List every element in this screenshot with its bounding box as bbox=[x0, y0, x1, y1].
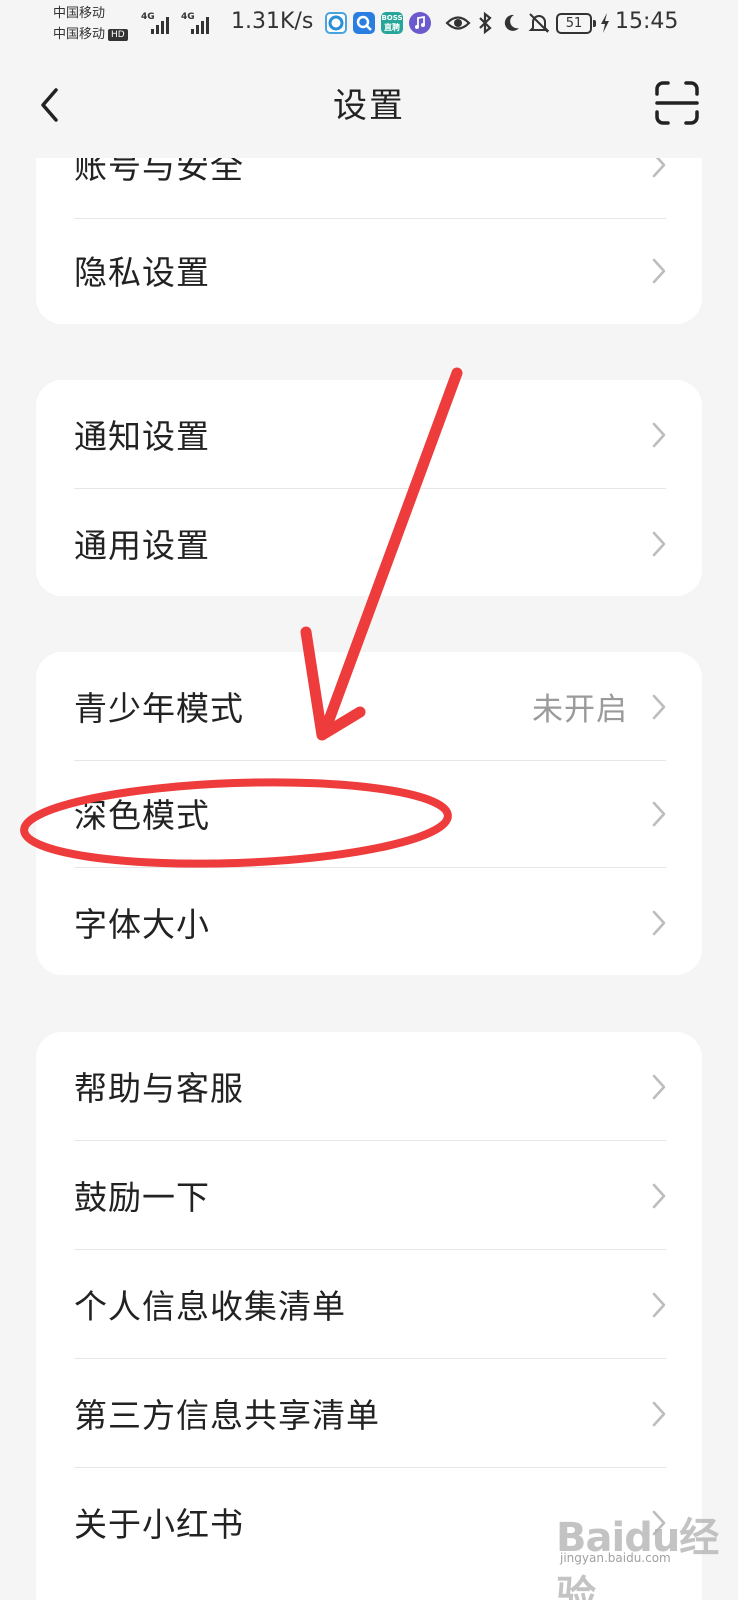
chevron-right-icon bbox=[652, 1292, 666, 1318]
carrier-1: 中国移动 bbox=[53, 6, 106, 21]
row-rate-app[interactable]: 鼓励一下 bbox=[36, 1141, 702, 1250]
row-general-settings[interactable]: 通用设置 bbox=[36, 489, 702, 596]
baidu-watermark: Baidu经验 jingyan.baidu.com bbox=[556, 1505, 726, 1600]
settings-screen: 中国移动 中国移动 HD 4G 4G 1.31K/s BOSS 直聘 51 15… bbox=[0, 0, 738, 1600]
clock: 15:45 bbox=[615, 9, 679, 34]
chevron-right-icon bbox=[652, 422, 666, 448]
navigation-bar: 设置 bbox=[0, 48, 738, 158]
signal-icon-1: 4G bbox=[141, 12, 175, 34]
chevron-right-icon bbox=[652, 694, 666, 720]
chevron-right-icon bbox=[652, 1074, 666, 1100]
row-label: 帮助与客服 bbox=[74, 1069, 244, 1108]
row-label: 第三方信息共享清单 bbox=[74, 1396, 380, 1435]
chevron-right-icon bbox=[652, 801, 666, 827]
row-personal-info-list[interactable]: 个人信息收集清单 bbox=[36, 1250, 702, 1359]
hd-badge: HD bbox=[108, 29, 128, 41]
search-app-icon bbox=[353, 12, 375, 34]
eye-icon bbox=[445, 16, 471, 30]
row-label: 关于小红书 bbox=[74, 1505, 244, 1544]
row-dark-mode[interactable]: 深色模式 bbox=[36, 759, 702, 868]
row-label: 隐私设置 bbox=[74, 253, 210, 292]
row-third-party-sharing-list[interactable]: 第三方信息共享清单 bbox=[36, 1359, 702, 1468]
row-help-support[interactable]: 帮助与客服 bbox=[36, 1032, 702, 1141]
browser-app-icon bbox=[325, 12, 347, 34]
scan-icon bbox=[655, 81, 699, 125]
music-app-icon bbox=[409, 12, 431, 34]
row-label: 个人信息收集清单 bbox=[74, 1287, 346, 1326]
network-speed: 1.31K/s bbox=[231, 9, 314, 34]
bluetooth-icon bbox=[479, 11, 492, 35]
row-label: 青少年模式 bbox=[74, 689, 244, 728]
moon-icon bbox=[504, 14, 519, 31]
boss-app-label-2: 直聘 bbox=[384, 23, 400, 32]
battery-indicator: 51 bbox=[556, 13, 596, 34]
music-note-icon bbox=[415, 15, 425, 29]
chevron-right-icon bbox=[652, 1401, 666, 1427]
boss-app-label-1: BOSS bbox=[381, 14, 403, 22]
chevron-right-icon bbox=[652, 1183, 666, 1209]
row-label: 鼓励一下 bbox=[74, 1178, 210, 1217]
row-teen-mode[interactable]: 青少年模式 未开启 bbox=[36, 652, 702, 761]
row-font-size[interactable]: 字体大小 bbox=[36, 868, 702, 975]
row-label: 字体大小 bbox=[74, 905, 210, 944]
charging-icon bbox=[601, 13, 609, 33]
chevron-right-icon bbox=[652, 258, 666, 284]
page-title: 设置 bbox=[333, 86, 405, 126]
chevron-right-icon bbox=[652, 910, 666, 936]
browser-logo-icon bbox=[328, 15, 344, 31]
row-notification-settings[interactable]: 通知设置 bbox=[36, 380, 702, 489]
status-bar: 中国移动 中国移动 HD 4G 4G 1.31K/s BOSS 直聘 51 15… bbox=[0, 0, 738, 48]
boss-app-icon: BOSS 直聘 bbox=[381, 12, 403, 34]
settings-group-notifications: 通知设置 通用设置 bbox=[36, 380, 702, 596]
settings-group-display: 青少年模式 未开启 深色模式 字体大小 bbox=[36, 652, 702, 975]
carrier-info: 中国移动 中国移动 HD bbox=[53, 3, 128, 45]
search-icon bbox=[356, 15, 372, 31]
teen-mode-status: 未开启 bbox=[532, 692, 628, 728]
row-privacy-settings[interactable]: 隐私设置 bbox=[36, 216, 702, 324]
chevron-right-icon bbox=[652, 531, 666, 557]
watermark-url: jingyan.baidu.com bbox=[560, 1551, 671, 1565]
scan-button[interactable] bbox=[654, 80, 700, 126]
carrier-2: 中国移动 bbox=[53, 27, 106, 42]
bell-mute-icon bbox=[528, 13, 550, 33]
row-label: 通知设置 bbox=[74, 417, 210, 456]
row-label: 深色模式 bbox=[74, 796, 210, 835]
signal-icon-2: 4G bbox=[181, 12, 215, 34]
row-label: 通用设置 bbox=[74, 526, 210, 565]
